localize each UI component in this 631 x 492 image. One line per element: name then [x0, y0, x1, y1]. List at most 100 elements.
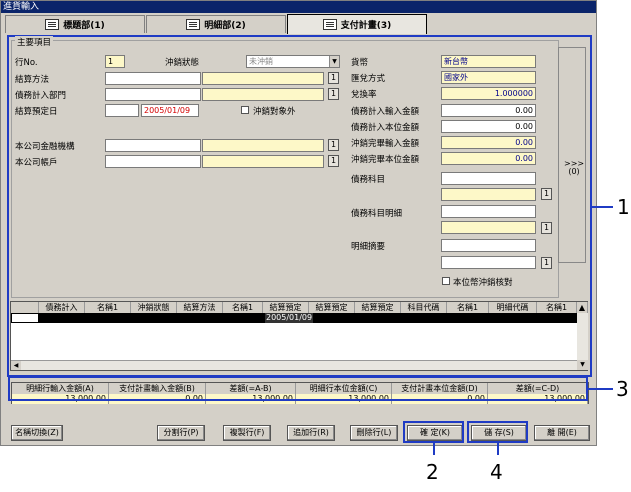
- callout-number-2: 2: [426, 460, 439, 484]
- company-bank-lookup-button[interactable]: 1: [328, 139, 339, 151]
- offset-input-amount-field: 0.00: [441, 136, 536, 149]
- debt-input-amount-label: 債務計入輸入金額: [351, 107, 420, 117]
- callout-line-3: [588, 388, 613, 390]
- grid-header[interactable]: 結算方法: [177, 302, 223, 313]
- remit-method-label: 匯兌方式: [351, 74, 386, 84]
- horizontal-scrollbar[interactable]: ◀: [11, 360, 577, 370]
- expand-side-button[interactable]: >>> (0): [558, 47, 586, 263]
- offset-exclude-checkbox[interactable]: [241, 106, 249, 114]
- tab-header[interactable]: 標題部(1): [5, 15, 145, 33]
- debt-subject-label: 債務科目: [351, 175, 386, 185]
- grid-header[interactable]: 名稱1: [537, 302, 577, 313]
- grid-header[interactable]: 結算預定: [355, 302, 401, 313]
- currency-field: 新台幣: [441, 55, 536, 68]
- currency-label: 貨幣: [351, 58, 369, 68]
- book-icon: [45, 19, 60, 30]
- debt-subject-lookup-button[interactable]: 1: [541, 188, 552, 200]
- tab-details[interactable]: 明細部(2): [146, 15, 286, 33]
- base-currency-offset-checkbox[interactable]: [442, 277, 450, 285]
- grid-header[interactable]: 明細代碼: [489, 302, 537, 313]
- settle-date-prefix[interactable]: [105, 104, 139, 117]
- offset-status-select[interactable]: 未沖銷 ▼: [246, 55, 340, 68]
- callout-line-1: [591, 206, 613, 208]
- scroll-left-icon[interactable]: ◀: [11, 361, 21, 370]
- debt-subject-detail-code[interactable]: [441, 205, 536, 218]
- name-switch-button[interactable]: 名稱切換(Z): [11, 425, 63, 441]
- debt-subject-detail-name: [441, 221, 536, 234]
- grid-header[interactable]: 結算預定: [309, 302, 355, 313]
- save-highlight: [467, 421, 528, 443]
- table-row[interactable]: 2005/01/09: [39, 313, 577, 323]
- offset-base-amount-label: 沖銷完畢本位金額: [351, 155, 420, 165]
- close-button[interactable]: 離 開(E): [534, 425, 590, 441]
- tab-payment-plan-label: 支付計畫(3): [340, 21, 392, 31]
- company-account-code[interactable]: [105, 155, 201, 168]
- settle-date-field[interactable]: 2005/01/09: [141, 104, 199, 117]
- debt-dept-code[interactable]: [105, 88, 201, 101]
- company-bank-label: 本公司金融機構: [15, 142, 75, 152]
- expand-side-label: >>> (0): [564, 159, 585, 176]
- debt-subject-detail-label: 債務科目明細: [351, 209, 403, 219]
- row-settle-date[interactable]: 2005/01/09: [265, 313, 314, 323]
- offset-exclude-label: 沖銷對象外: [253, 107, 296, 117]
- grid-row-header[interactable]: [11, 313, 39, 323]
- delete-row-button[interactable]: 刪除行(L): [350, 425, 398, 441]
- vertical-scrollbar[interactable]: [577, 313, 588, 360]
- debt-dept-name: [202, 88, 324, 101]
- base-currency-offset-label: 本位幣沖銷核對: [453, 278, 513, 288]
- row-no-field[interactable]: 1: [105, 55, 125, 68]
- callout-line-2: [433, 443, 435, 455]
- remit-method-field: 國家外: [441, 71, 536, 84]
- grid-header[interactable]: 債務計入: [39, 302, 85, 313]
- debt-subject-code[interactable]: [441, 172, 536, 185]
- settle-method-name: [202, 72, 324, 85]
- tab-payment-plan[interactable]: 支付計畫(3): [287, 14, 427, 34]
- copy-row-button[interactable]: 複製行(F): [223, 425, 271, 441]
- split-row-button[interactable]: 分割行(P): [157, 425, 205, 441]
- debt-base-amount-label: 債務計入本位金額: [351, 123, 420, 133]
- detail-summary-code[interactable]: [441, 239, 536, 252]
- tab-header-label: 標題部(1): [63, 21, 105, 31]
- debt-base-amount-field[interactable]: 0.00: [441, 120, 536, 133]
- debt-dept-label: 債務計入部門: [15, 91, 67, 101]
- grid-header[interactable]: 名稱1: [85, 302, 131, 313]
- document-icon: [186, 19, 201, 30]
- offset-status-value: 未沖銷: [249, 57, 273, 66]
- chevron-down-icon[interactable]: ▼: [329, 56, 339, 67]
- scroll-down-icon[interactable]: ▼: [577, 360, 588, 370]
- debt-input-amount-field[interactable]: 0.00: [441, 104, 536, 117]
- window-title: 進貨輸入: [1, 1, 596, 13]
- settle-method-code[interactable]: [105, 72, 201, 85]
- exchange-rate-label: 兌換率: [351, 90, 377, 100]
- company-bank-code[interactable]: [105, 139, 201, 152]
- row-no-label: 行No.: [15, 58, 38, 68]
- tab-details-label: 明細部(2): [204, 21, 246, 31]
- grid-header[interactable]: 結算預定: [263, 302, 309, 313]
- company-account-name: [202, 155, 324, 168]
- summary-highlight: [8, 376, 588, 401]
- grid-header[interactable]: 沖銷狀態: [131, 302, 177, 313]
- add-row-button[interactable]: 追加行(R): [287, 425, 335, 441]
- detail-grid[interactable]: 債務計入 名稱1 沖銷狀態 結算方法 名稱1 結算預定 結算預定 結算預定 科目…: [10, 301, 588, 371]
- offset-status-label: 沖銷狀態: [165, 58, 200, 68]
- debt-subject-name: [441, 188, 536, 201]
- detail-summary-lookup-button[interactable]: 1: [541, 257, 552, 269]
- section-title: 主要項目: [15, 36, 54, 48]
- company-account-label: 本公司帳戶: [15, 158, 58, 168]
- settle-method-lookup-button[interactable]: 1: [328, 72, 339, 84]
- grid-header[interactable]: 名稱1: [223, 302, 263, 313]
- scroll-up-icon[interactable]: ▲: [577, 302, 588, 313]
- grid-header[interactable]: 名稱1: [447, 302, 489, 313]
- exchange-rate-field: 1.000000: [441, 87, 536, 100]
- callout-number-1: 1: [617, 195, 630, 219]
- debt-dept-lookup-button[interactable]: 1: [328, 88, 339, 100]
- company-account-lookup-button[interactable]: 1: [328, 155, 339, 167]
- offset-base-amount-field: 0.00: [441, 152, 536, 165]
- company-bank-name: [202, 139, 324, 152]
- debt-subject-detail-lookup-button[interactable]: 1: [541, 222, 552, 234]
- detail-summary-text[interactable]: [441, 256, 536, 269]
- offset-input-amount-label: 沖銷完畢輸入金額: [351, 139, 420, 149]
- settle-date-label: 結算預定日: [15, 107, 58, 117]
- settle-method-label: 結算方法: [15, 75, 50, 85]
- grid-header[interactable]: 科目代碼: [401, 302, 447, 313]
